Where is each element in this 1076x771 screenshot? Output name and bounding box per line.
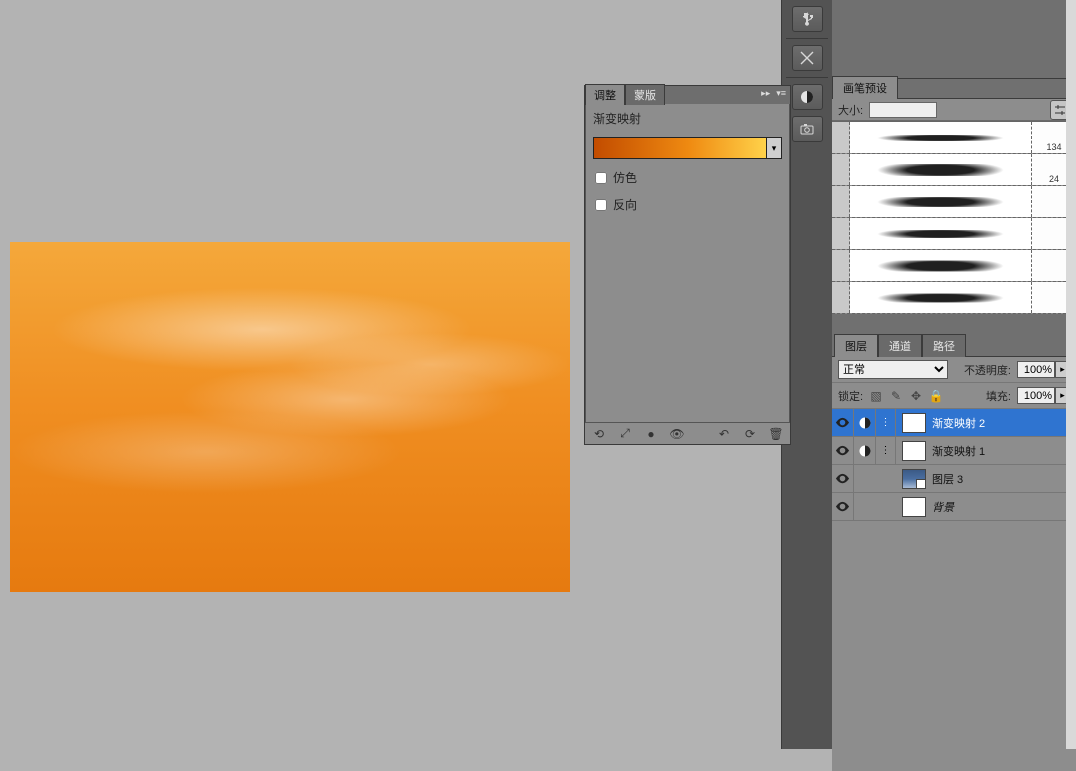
visibility-toggle[interactable]: [832, 493, 854, 521]
opacity-label: 不透明度:: [964, 362, 1011, 378]
eye-icon: [835, 499, 850, 514]
dither-label: 仿色: [613, 169, 637, 186]
reverse-checkbox[interactable]: [595, 199, 607, 211]
brush-size-input[interactable]: [869, 102, 937, 118]
lock-all-icon[interactable]: 🔒: [929, 389, 943, 403]
lock-position-icon[interactable]: ✥: [909, 389, 923, 403]
layer-name: 渐变映射 2: [932, 415, 985, 431]
tab-adjustments[interactable]: 调整: [585, 84, 625, 105]
clip-icon[interactable]: ●: [643, 426, 659, 442]
layer-name: 渐变映射 1: [932, 443, 985, 459]
half-circle-icon: [799, 89, 815, 105]
opacity-input[interactable]: [1017, 361, 1055, 378]
lock-pixels-icon[interactable]: ✎: [889, 389, 903, 403]
eye-icon: [835, 415, 850, 430]
gradient-preview: [594, 138, 766, 158]
brush-list[interactable]: 134 24: [832, 121, 1076, 314]
return-icon[interactable]: ⟲: [591, 426, 607, 442]
reverse-label: 反向: [613, 196, 637, 213]
reverse-checkbox-row[interactable]: 反向: [585, 186, 790, 213]
tab-brush-presets[interactable]: 画笔预设: [832, 76, 898, 99]
dither-checkbox[interactable]: [595, 172, 607, 184]
layer-name: 背景: [932, 499, 954, 515]
layer-row[interactable]: ⋮ 渐变映射 1: [832, 437, 1076, 465]
previous-icon[interactable]: ↶: [716, 426, 732, 442]
reset-icon[interactable]: ⟳: [742, 426, 758, 442]
layer-thumb[interactable]: [902, 469, 926, 489]
brush-size-label: 大小:: [838, 102, 863, 118]
adjustment-icon: [854, 437, 876, 465]
tab-channels[interactable]: 通道: [878, 334, 922, 357]
layer-mask-thumb[interactable]: [902, 441, 926, 461]
visibility-toggle[interactable]: [832, 437, 854, 465]
lock-label: 锁定:: [838, 388, 863, 404]
document-canvas[interactable]: [10, 242, 570, 592]
link-icon[interactable]: ⋮: [876, 409, 896, 437]
layer-name: 图层 3: [932, 471, 963, 487]
adjustments-panel[interactable]: 调整 蒙版 ▸▸ ▾≡ 渐变映射 ▾ 仿色 反向 ⟲ ⤢ ● 👁 ↶ ⟳ 🗑: [584, 85, 791, 445]
adjustment-icon: [854, 409, 876, 437]
panel-button-tools[interactable]: [792, 45, 823, 71]
dither-checkbox-row[interactable]: 仿色: [585, 159, 790, 186]
eye-icon: [835, 443, 850, 458]
adjustment-title: 渐变映射: [585, 104, 790, 137]
camera-icon: [799, 121, 815, 137]
scrollbar[interactable]: [1066, 0, 1076, 749]
layer-row[interactable]: ⋮ 渐变映射 2: [832, 409, 1076, 437]
fill-input[interactable]: [1017, 387, 1055, 404]
visibility-toggle[interactable]: [832, 409, 854, 437]
tab-masks[interactable]: 蒙版: [625, 84, 665, 105]
crossed-tools-icon: [799, 50, 815, 66]
visibility-toggle[interactable]: [832, 465, 854, 493]
panel-button-adjustments[interactable]: [792, 84, 823, 110]
blend-mode-select[interactable]: 正常: [838, 360, 948, 379]
slider-icon: [1053, 103, 1067, 117]
half-circle-icon: [858, 444, 872, 458]
right-panels-column: 画笔预设 大小: 134 24 图层 通道: [832, 0, 1076, 749]
adjustments-footer: ⟲ ⤢ ● 👁 ↶ ⟳ 🗑: [585, 422, 790, 444]
fill-label: 填充:: [986, 388, 1011, 404]
layer-row[interactable]: 背景: [832, 493, 1076, 521]
brush-presets-panel: 画笔预设 大小: 134 24: [832, 78, 1076, 314]
gradient-dropdown-button[interactable]: ▾: [766, 138, 781, 158]
collapse-icon[interactable]: ▸▸: [761, 88, 770, 99]
expand-icon[interactable]: ⤢: [617, 426, 633, 442]
half-circle-icon: [858, 416, 872, 430]
smart-object-badge: [916, 479, 926, 489]
layer-list: ⋮ 渐变映射 2 ⋮ 渐变映射 1: [832, 409, 1076, 521]
link-icon[interactable]: ⋮: [876, 437, 896, 465]
layer-thumb[interactable]: [902, 497, 926, 517]
layer-mask-thumb[interactable]: [902, 413, 926, 433]
lock-transparency-icon[interactable]: ▧: [869, 389, 883, 403]
panel-button-usb[interactable]: [792, 6, 823, 32]
usb-icon: [799, 11, 815, 27]
brush-panel-tabbar: 画笔预设: [832, 78, 1076, 98]
tab-paths[interactable]: 路径: [922, 334, 966, 357]
gradient-picker[interactable]: ▾: [593, 137, 782, 159]
panel-menu-icon[interactable]: ▾≡: [776, 88, 786, 99]
layer-row[interactable]: 图层 3: [832, 465, 1076, 493]
trash-icon[interactable]: 🗑: [768, 426, 784, 442]
panel-button-camera[interactable]: [792, 116, 823, 142]
eye-icon[interactable]: 👁: [669, 426, 685, 442]
eye-icon: [835, 471, 850, 486]
layers-panel: 图层 通道 路径 正常 不透明度: ▸ 锁定: ▧ ✎: [832, 336, 1076, 749]
layers-tabbar: 图层 通道 路径: [832, 336, 1076, 356]
tab-layers[interactable]: 图层: [834, 334, 878, 357]
